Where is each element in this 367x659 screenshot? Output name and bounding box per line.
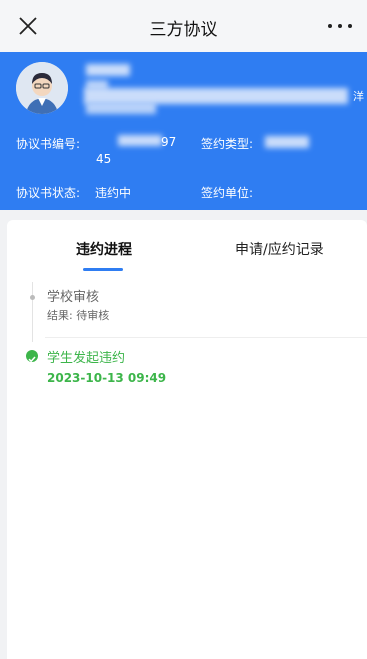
timeline-step-result: 结果: 待审核 (47, 307, 109, 323)
pending-step-dot (30, 295, 35, 300)
name-suffix: 洋 (353, 90, 364, 103)
agreement-number-value-part2: 45 (96, 152, 112, 166)
timeline-step-title: 学生发起违约 (47, 351, 126, 366)
agreement-status-label: 协议书状态: (16, 186, 81, 200)
tab-breach-progress[interactable]: 违约进程 (76, 239, 132, 259)
redacted-block (118, 135, 162, 146)
agreement-number-label: 协议书编号: (16, 137, 81, 151)
more-icon[interactable] (325, 12, 355, 38)
redacted-block (86, 102, 156, 114)
redacted-block (86, 64, 130, 76)
tab-application-records[interactable]: 申请/应约记录 (235, 239, 324, 259)
agreement-summary: 洋 协议书编号: 97 45 签约类型: 协议书状态: 违约中 签约单位: (0, 52, 367, 210)
timeline-step-time: 2023-10-13 09:49 (47, 371, 167, 385)
result-value: 待审核 (76, 309, 110, 322)
title-bar: 三方协议 (0, 0, 367, 52)
sign-unit-label: 签约单位: (201, 186, 254, 200)
check-icon (26, 350, 38, 363)
redacted-block (265, 136, 309, 148)
active-tab-indicator (83, 268, 123, 271)
sign-type-label: 签约类型: (201, 137, 254, 151)
result-label: 结果: (47, 309, 73, 322)
agreement-number-value-part1: 97 (161, 135, 177, 149)
page-title: 三方协议 (149, 20, 218, 40)
avatar (16, 62, 68, 114)
agreement-status-value: 违约中 (95, 186, 132, 200)
divider (45, 337, 367, 338)
content-card: 违约进程 申请/应约记录 学校审核 结果: 待审核 学生发起违约 2023-10… (7, 220, 367, 659)
timeline-connector (32, 282, 33, 342)
timeline-step-title: 学校审核 (47, 290, 100, 305)
